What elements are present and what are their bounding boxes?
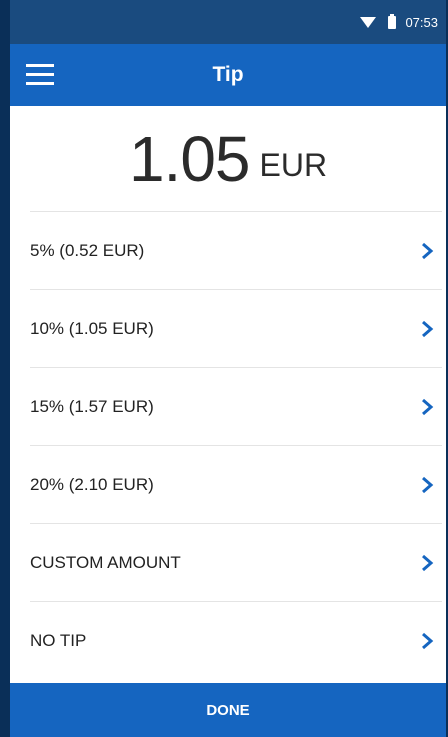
option-label: NO TIP [30, 630, 87, 650]
chevron-right-icon [422, 476, 434, 493]
tip-option-no-tip[interactable]: NO TIP [30, 601, 442, 679]
amount-currency: EUR [259, 147, 328, 183]
menu-icon[interactable] [26, 64, 54, 86]
option-label: 5% (0.52 EUR) [30, 240, 145, 260]
option-label: 10% (1.05 EUR) [30, 318, 154, 338]
app-bar: Tip [10, 44, 446, 106]
option-label: CUSTOM AMOUNT [30, 552, 181, 572]
tip-options-list: 5% (0.52 EUR) 10% (1.05 EUR) 15% (1.57 E… [30, 211, 442, 679]
status-bar: 07:53 [10, 0, 446, 44]
chevron-right-icon [422, 554, 434, 571]
tip-option-10-percent[interactable]: 10% (1.05 EUR) [30, 289, 442, 367]
done-button[interactable]: DONE [10, 683, 446, 737]
tip-option-custom-amount[interactable]: CUSTOM AMOUNT [30, 523, 442, 601]
wifi-icon [360, 17, 377, 28]
option-label: 15% (1.57 EUR) [30, 396, 154, 416]
tip-amount-display: 1.05 EUR [10, 106, 446, 211]
tip-option-20-percent[interactable]: 20% (2.10 EUR) [30, 445, 442, 523]
battery-icon [388, 13, 397, 29]
option-label: 20% (2.10 EUR) [30, 474, 154, 494]
tip-option-5-percent[interactable]: 5% (0.52 EUR) [30, 211, 442, 289]
tip-option-15-percent[interactable]: 15% (1.57 EUR) [30, 367, 442, 445]
chevron-right-icon [422, 398, 434, 415]
done-label: DONE [206, 701, 250, 719]
status-time: 07:53 [405, 14, 438, 30]
chevron-right-icon [422, 632, 434, 649]
page-title: Tip [212, 63, 244, 86]
amount-value: 1.05 [128, 122, 251, 195]
chevron-right-icon [422, 320, 434, 337]
device-frame: 07:53 Tip 1.05 EUR 5% (0.52 EUR) 10% (1.… [0, 0, 448, 737]
chevron-right-icon [422, 242, 434, 259]
